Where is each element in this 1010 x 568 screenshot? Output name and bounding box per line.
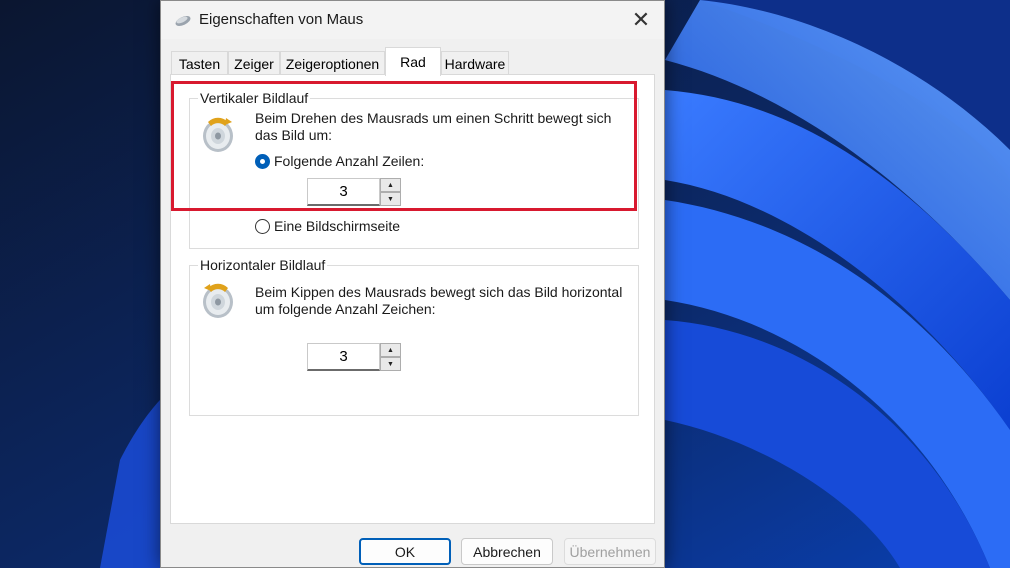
chars-down-button[interactable]: ▼ <box>380 357 401 371</box>
radio-lines-option[interactable]: Folgende Anzahl Zeilen: <box>255 153 424 169</box>
close-button[interactable]: ✕ <box>618 1 664 39</box>
horizontal-description-line1: Beim Kippen des Mausrads bewegt sich das… <box>255 284 623 300</box>
chars-count-input[interactable] <box>307 343 380 371</box>
chars-spinner[interactable]: ▲ ▼ <box>307 343 401 371</box>
arrow-down-icon: ▼ <box>387 360 394 368</box>
radio-lines[interactable] <box>255 153 270 169</box>
vertical-description-line2: das Bild um: <box>255 127 333 143</box>
chars-up-button[interactable]: ▲ <box>380 343 401 357</box>
lines-down-button[interactable]: ▼ <box>380 192 401 206</box>
mouse-wheel-icon <box>203 283 233 318</box>
vertical-description: Beim Drehen des Mausrads um einen Schrit… <box>255 110 611 144</box>
tab-hardware[interactable]: Hardware <box>441 51 509 75</box>
tab-tasten[interactable]: Tasten <box>171 51 228 75</box>
apply-button[interactable]: Übernehmen <box>564 538 656 565</box>
mouse-wheel-icon <box>203 117 233 152</box>
lines-up-button[interactable]: ▲ <box>380 178 401 192</box>
radio-page-label: Eine Bildschirmseite <box>274 218 401 234</box>
horizontal-scroll-legend: Horizontaler Bildlauf <box>198 257 328 273</box>
mouse-properties-dialog: Eigenschaften von Maus ✕ Tasten Zeiger Z… <box>160 0 665 568</box>
radio-page-option[interactable]: Eine Bildschirmseite <box>255 218 400 234</box>
cancel-button[interactable]: Abbrechen <box>461 538 553 565</box>
tab-panel-rad: Vertikaler Bildlauf Beim Drehen des Maus… <box>170 74 655 524</box>
horizontal-description: Beim Kippen des Mausrads bewegt sich das… <box>255 284 622 318</box>
ok-button[interactable]: OK <box>359 538 451 565</box>
vertical-scroll-legend: Vertikaler Bildlauf <box>198 90 311 106</box>
close-icon: ✕ <box>631 7 651 32</box>
tab-rad[interactable]: Rad <box>385 47 441 76</box>
lines-count-input[interactable] <box>307 178 380 206</box>
vertical-description-line1: Beim Drehen des Mausrads um einen Schrit… <box>255 110 612 126</box>
arrow-up-icon: ▲ <box>387 346 394 354</box>
tab-zeigeroptionen[interactable]: Zeigeroptionen <box>280 51 385 75</box>
radio-lines-label: Folgende Anzahl Zeilen: <box>274 153 425 169</box>
mouse-icon <box>175 16 191 26</box>
arrow-down-icon: ▼ <box>387 195 394 203</box>
horizontal-description-line2: um folgende Anzahl Zeichen: <box>255 301 436 317</box>
title-bar[interactable]: Eigenschaften von Maus ✕ <box>161 1 664 39</box>
lines-spinner[interactable]: ▲ ▼ <box>307 178 401 206</box>
radio-page[interactable] <box>255 218 270 234</box>
tab-zeiger[interactable]: Zeiger <box>228 51 280 75</box>
arrow-up-icon: ▲ <box>387 181 394 189</box>
window-title: Eigenschaften von Maus <box>199 11 364 28</box>
